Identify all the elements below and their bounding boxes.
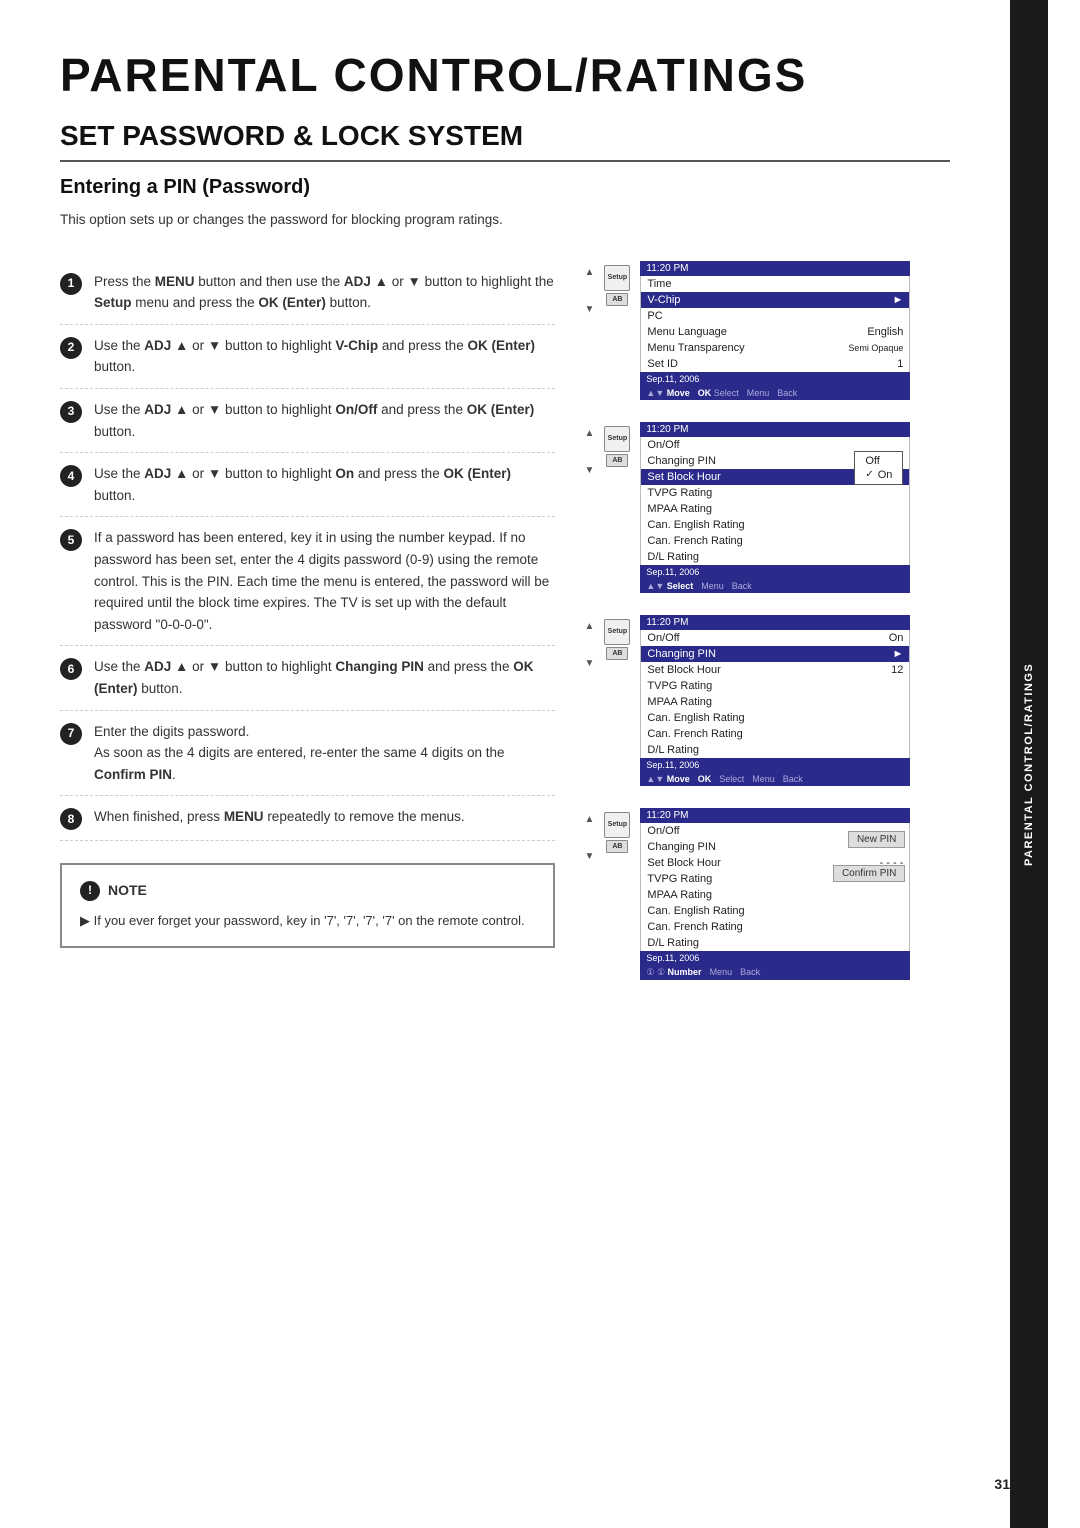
- note-box: ! NOTE ▶ If you ever forget your passwor…: [60, 863, 555, 948]
- tv-s2-mpaa: MPAA Rating: [641, 501, 909, 517]
- tv-screen-container-3: 11:20 PM On/OffOn Changing PIN► Set Bloc…: [640, 615, 910, 786]
- content-area: 1 Press the MENU button and then use the…: [60, 261, 950, 984]
- tv-s4-dl: D/L Rating: [641, 935, 909, 951]
- step-number-5: 5: [60, 529, 82, 551]
- tv-bottom-4: ① ① NumberMenuBack: [640, 965, 910, 980]
- page-title: PARENTAL CONTROL/RATINGS: [60, 48, 950, 102]
- tv-s3-mpaa: MPAA Rating: [641, 694, 909, 710]
- tv-s3-blockhour: Set Block Hour12: [641, 662, 909, 678]
- tv-status-bar-1: 11:20 PM: [640, 261, 910, 276]
- tv-screen-3: ▲ ▼ Setup AB 11:20 PM On/OffOn Changing: [585, 615, 951, 786]
- popup-on: ✓On: [865, 468, 892, 482]
- tv-s3-chpin: Changing PIN►: [641, 646, 909, 662]
- tv-screen-container-2: 11:20 PM On/Off Changing PIN Set Block H…: [640, 422, 910, 593]
- tv-s4-mpaa: MPAA Rating: [641, 887, 909, 903]
- note-icon: !: [80, 881, 100, 901]
- tv-s3-cafr: Can. French Rating: [641, 726, 909, 742]
- tv-status-bar-2: 11:20 PM: [640, 422, 910, 437]
- tv-s2-tvpg: TVPG Rating: [641, 485, 909, 501]
- note-header: ! NOTE: [80, 879, 535, 902]
- step-text-3: Use the ADJ ▲ or ▼ button to highlight O…: [94, 399, 555, 442]
- tv-s3-onoff: On/OffOn: [641, 630, 909, 646]
- section-title: SET PASSWORD & LOCK SYSTEM: [60, 120, 950, 162]
- side-tab: PARENTAL CONTROL/RATINGS: [1010, 0, 1048, 1528]
- step-number-6: 6: [60, 658, 82, 680]
- main-content: PARENTAL CONTROL/RATINGS SET PASSWORD & …: [0, 0, 1010, 1528]
- page-number: 31: [994, 1476, 1010, 1492]
- step-5: 5 If a password has been entered, key it…: [60, 517, 555, 646]
- tv-time-4: 11:20 PM: [646, 810, 688, 821]
- tv-s2-popup: Off ✓On: [854, 451, 903, 485]
- tv-s2-dl: D/L Rating: [641, 549, 909, 565]
- step-number-4: 4: [60, 465, 82, 487]
- tv-screen-container-4: 11:20 PM On/Off Changing PIN Set Block H…: [640, 808, 910, 980]
- step-6: 6 Use the ADJ ▲ or ▼ button to highlight…: [60, 646, 555, 710]
- tv-screen-1: ▲ ▼ Setup AB 11:20 PM Time V-Chip►: [585, 261, 951, 400]
- tv-status-bar-3: 11:20 PM: [640, 615, 910, 630]
- step-number-3: 3: [60, 401, 82, 423]
- step-text-7: Enter the digits password. As soon as th…: [94, 721, 555, 786]
- tv-menu-lang: Menu LanguageEnglish: [641, 324, 909, 340]
- step-4: 4 Use the ADJ ▲ or ▼ button to highlight…: [60, 453, 555, 517]
- tv-s4-cafr: Can. French Rating: [641, 919, 909, 935]
- step-3: 3 Use the ADJ ▲ or ▼ button to highlight…: [60, 389, 555, 453]
- step-number-7: 7: [60, 723, 82, 745]
- tv-s2-cafr: Can. French Rating: [641, 533, 909, 549]
- tv-menu-trans: Menu TransparencySemi Opaque: [641, 340, 909, 356]
- tv-bottom-2: ▲▼ SelectMenuBack: [640, 579, 910, 593]
- note-text: ▶ If you ever forget your password, key …: [80, 910, 535, 931]
- tv-s3-tvpg: TVPG Rating: [641, 678, 909, 694]
- tv-s3-caen: Can. English Rating: [641, 710, 909, 726]
- step-number-1: 1: [60, 273, 82, 295]
- step-text-1: Press the MENU button and then use the A…: [94, 271, 555, 314]
- tv-menu-vchip: V-Chip►: [641, 292, 909, 308]
- step-8: 8 When finished, press MENU repeatedly t…: [60, 796, 555, 841]
- tv-date-3: Sep.11, 2006: [640, 758, 910, 772]
- step-text-6: Use the ADJ ▲ or ▼ button to highlight C…: [94, 656, 555, 699]
- tv-time-1: 11:20 PM: [646, 263, 688, 274]
- tv-time-3: 11:20 PM: [646, 617, 688, 628]
- step-text-2: Use the ADJ ▲ or ▼ button to highlight V…: [94, 335, 555, 378]
- step-number-8: 8: [60, 808, 82, 830]
- intro-text: This option sets up or changes the passw…: [60, 209, 950, 231]
- tv-date-4: Sep.11, 2006: [640, 951, 910, 965]
- tv-s2-caen: Can. English Rating: [641, 517, 909, 533]
- tv-bottom-1: ▲▼ MoveOK SelectMenuBack: [640, 386, 910, 400]
- tv-date-2: Sep.11, 2006: [640, 565, 910, 579]
- left-col: 1 Press the MENU button and then use the…: [60, 261, 555, 984]
- page-container: PARENTAL CONTROL/RATINGS SET PASSWORD & …: [0, 0, 1080, 1528]
- popup-off: Off: [865, 454, 892, 468]
- step-text-4: Use the ADJ ▲ or ▼ button to highlight O…: [94, 463, 555, 506]
- right-col: ▲ ▼ Setup AB 11:20 PM Time V-Chip►: [585, 261, 951, 984]
- step-number-2: 2: [60, 337, 82, 359]
- subsection-title: Entering a PIN (Password): [60, 176, 950, 199]
- tv-menu-time: Time: [641, 276, 909, 292]
- tv-date-1: Sep.11, 2006: [640, 372, 910, 386]
- tv-menu-pc: PC: [641, 308, 909, 324]
- tv-time-2: 11:20 PM: [646, 424, 688, 435]
- tv-status-bar-4: 11:20 PM: [640, 808, 910, 823]
- tv-confirm-pin-label: Confirm PIN: [833, 865, 905, 882]
- step-2: 2 Use the ADJ ▲ or ▼ button to highlight…: [60, 325, 555, 389]
- tv-screen-2: ▲ ▼ Setup AB 11:20 PM On/Off Changing P: [585, 422, 951, 593]
- step-7: 7 Enter the digits password. As soon as …: [60, 711, 555, 797]
- note-title: NOTE: [108, 879, 147, 902]
- tv-screen-4: ▲ ▼ Setup AB 11:20 PM On/Off Changing P: [585, 808, 951, 980]
- tv-menu-setid: Set ID1: [641, 356, 909, 372]
- step-1: 1 Press the MENU button and then use the…: [60, 261, 555, 325]
- tv-s4-caen: Can. English Rating: [641, 903, 909, 919]
- step-text-5: If a password has been entered, key it i…: [94, 527, 555, 635]
- step-text-8: When finished, press MENU repeatedly to …: [94, 806, 465, 830]
- tv-screen-container-1: 11:20 PM Time V-Chip► PC Menu LanguageEn…: [640, 261, 910, 400]
- tv-new-pin-label: New PIN: [848, 831, 905, 848]
- tv-bottom-3: ▲▼ MoveOKSelectMenuBack: [640, 772, 910, 786]
- tv-s3-dl: D/L Rating: [641, 742, 909, 758]
